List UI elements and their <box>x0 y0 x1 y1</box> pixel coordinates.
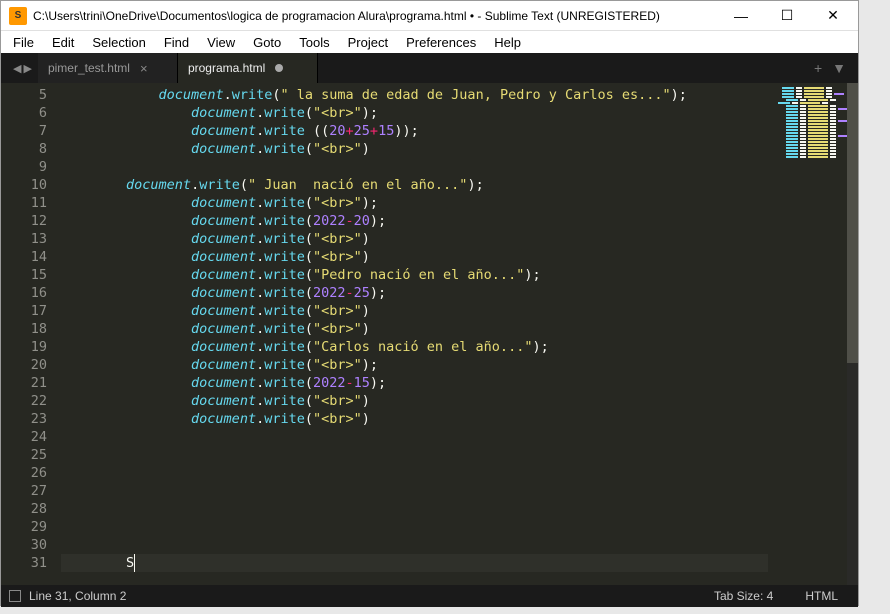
line-number[interactable]: 16 <box>1 284 47 302</box>
code-line[interactable]: document.write("<br>") <box>61 140 768 158</box>
code-line[interactable] <box>61 446 768 464</box>
tabbar: ◀ ▶ pimer_test.html × programa.html + ▼ <box>1 53 858 83</box>
menu-find[interactable]: Find <box>156 33 197 52</box>
code-line[interactable]: document.write("<br>"); <box>61 356 768 374</box>
tab-programa[interactable]: programa.html <box>178 53 318 83</box>
line-number[interactable]: 25 <box>1 446 47 464</box>
menu-goto[interactable]: Goto <box>245 33 289 52</box>
tab-prev-icon[interactable]: ◀ <box>13 62 21 75</box>
line-number[interactable]: 26 <box>1 464 47 482</box>
line-number[interactable]: 19 <box>1 338 47 356</box>
window-title: C:\Users\trini\OneDrive\Documentos\logic… <box>33 9 718 23</box>
line-number[interactable]: 31 <box>1 554 47 572</box>
line-number[interactable]: 21 <box>1 374 47 392</box>
code-line[interactable]: document.write(2022-25); <box>61 284 768 302</box>
code-line[interactable]: document.write("<br>") <box>61 230 768 248</box>
code-line[interactable]: document.write(2022-15); <box>61 374 768 392</box>
dirty-indicator-icon[interactable] <box>275 64 283 72</box>
sublime-window: S C:\Users\trini\OneDrive\Documentos\log… <box>0 0 859 606</box>
code-line[interactable]: document.write("<br>") <box>61 392 768 410</box>
line-number[interactable]: 5 <box>1 86 47 104</box>
menu-tools[interactable]: Tools <box>291 33 337 52</box>
tab-nav: ◀ ▶ <box>7 53 38 83</box>
code-line[interactable] <box>61 428 768 446</box>
menu-project[interactable]: Project <box>340 33 396 52</box>
tab-label: programa.html <box>188 61 265 75</box>
status-position[interactable]: Line 31, Column 2 <box>29 589 126 603</box>
line-number[interactable]: 20 <box>1 356 47 374</box>
tab-dropdown-icon[interactable]: ▼ <box>832 60 846 76</box>
code-line[interactable] <box>61 158 768 176</box>
editor[interactable]: 5678910111213141516171819202122232425262… <box>1 83 858 585</box>
line-number[interactable]: 30 <box>1 536 47 554</box>
maximize-button[interactable]: ☐ <box>764 1 810 31</box>
minimize-button[interactable]: — <box>718 1 764 31</box>
status-panel-icon[interactable] <box>9 590 21 602</box>
titlebar[interactable]: S C:\Users\trini\OneDrive\Documentos\log… <box>1 1 858 31</box>
code-line[interactable]: document.write(" Juan nació en el año...… <box>61 176 768 194</box>
line-number[interactable]: 22 <box>1 392 47 410</box>
statusbar: Line 31, Column 2 Tab Size: 4 HTML <box>1 585 858 607</box>
line-number[interactable]: 28 <box>1 500 47 518</box>
code-line[interactable]: document.write("<br>") <box>61 410 768 428</box>
tab-label: pimer_test.html <box>48 61 130 75</box>
menu-edit[interactable]: Edit <box>44 33 82 52</box>
tab-pimer-test[interactable]: pimer_test.html × <box>38 53 178 83</box>
code-line[interactable] <box>61 464 768 482</box>
line-number[interactable]: 11 <box>1 194 47 212</box>
line-number[interactable]: 9 <box>1 158 47 176</box>
scroll-thumb[interactable] <box>847 83 858 363</box>
status-syntax[interactable]: HTML <box>793 589 850 603</box>
line-number[interactable]: 18 <box>1 320 47 338</box>
close-icon[interactable]: × <box>140 61 148 76</box>
line-number[interactable]: 7 <box>1 122 47 140</box>
menu-preferences[interactable]: Preferences <box>398 33 484 52</box>
code-line[interactable]: document.write("<br>"); <box>61 194 768 212</box>
status-tabsize[interactable]: Tab Size: 4 <box>702 589 785 603</box>
code-area[interactable]: document.write(" la suma de edad de Juan… <box>61 83 768 585</box>
line-number[interactable]: 24 <box>1 428 47 446</box>
menu-selection[interactable]: Selection <box>84 33 153 52</box>
code-line[interactable]: document.write("<br>") <box>61 320 768 338</box>
code-line[interactable] <box>61 536 768 554</box>
code-line[interactable]: document.write ((20+25+15)); <box>61 122 768 140</box>
code-line[interactable] <box>61 482 768 500</box>
menu-file[interactable]: File <box>5 33 42 52</box>
menu-help[interactable]: Help <box>486 33 529 52</box>
line-number[interactable]: 15 <box>1 266 47 284</box>
line-number[interactable]: 12 <box>1 212 47 230</box>
line-number[interactable]: 10 <box>1 176 47 194</box>
menubar: File Edit Selection Find View Goto Tools… <box>1 31 858 53</box>
tab-actions: + ▼ <box>802 53 858 83</box>
close-button[interactable]: ✕ <box>810 1 856 31</box>
line-number[interactable]: 8 <box>1 140 47 158</box>
code-line[interactable]: document.write(" la suma de edad de Juan… <box>61 86 768 104</box>
line-number[interactable]: 27 <box>1 482 47 500</box>
code-line[interactable]: document.write("<br>") <box>61 248 768 266</box>
scrollbar-vertical[interactable] <box>847 83 858 585</box>
code-line[interactable] <box>61 518 768 536</box>
minimap[interactable] <box>768 83 858 585</box>
code-line[interactable]: document.write("<br>"); <box>61 104 768 122</box>
code-line[interactable]: document.write("Pedro nació en el año...… <box>61 266 768 284</box>
line-number[interactable]: 13 <box>1 230 47 248</box>
code-line[interactable]: document.write(2022-20); <box>61 212 768 230</box>
tab-next-icon[interactable]: ▶ <box>23 62 31 75</box>
window-controls: — ☐ ✕ <box>718 1 856 31</box>
code-line[interactable] <box>61 500 768 518</box>
menu-view[interactable]: View <box>199 33 243 52</box>
line-number[interactable]: 6 <box>1 104 47 122</box>
code-line[interactable]: document.write("Carlos nació en el año..… <box>61 338 768 356</box>
app-icon: S <box>9 7 27 25</box>
add-tab-icon[interactable]: + <box>814 60 822 76</box>
line-number[interactable]: 29 <box>1 518 47 536</box>
gutter[interactable]: 5678910111213141516171819202122232425262… <box>1 83 61 585</box>
line-number[interactable]: 23 <box>1 410 47 428</box>
code-line[interactable]: S <box>61 554 768 572</box>
line-number[interactable]: 14 <box>1 248 47 266</box>
line-number[interactable]: 17 <box>1 302 47 320</box>
code-line[interactable]: document.write("<br>") <box>61 302 768 320</box>
